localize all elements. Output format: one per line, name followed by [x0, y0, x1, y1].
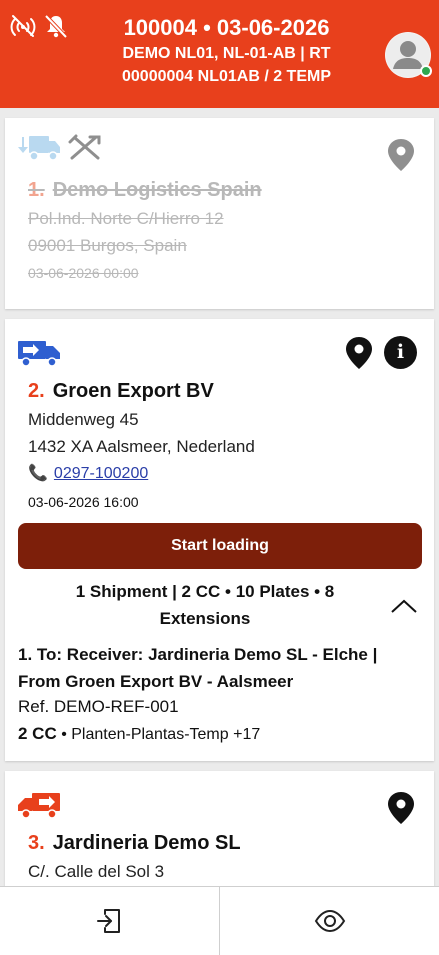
cc-count: 2 CC	[18, 724, 57, 743]
avatar[interactable]	[385, 32, 432, 78]
address-line-1: Middenweg 45	[28, 410, 139, 429]
phone-row: 📞 0297-100200	[28, 463, 148, 483]
crossed-tools-icon	[68, 134, 101, 160]
address-line-2: 09001 Burgos, Spain	[28, 236, 187, 255]
stop-name-text: Groen Export BV	[52, 380, 214, 402]
phone-link[interactable]: 0297-100200	[54, 465, 148, 482]
stop-card-2[interactable]: i 2. Groen Export BV Middenweg 45 1432 XA…	[5, 319, 434, 761]
info-icon[interactable]: i	[384, 336, 417, 369]
route-info: 00000004 NL01AB / 2 TEMP	[122, 68, 331, 85]
address-line-1: Pol.Ind. Norte C/Hierro 12	[28, 209, 224, 228]
stop-name: 1. Demo Logistics Spain	[28, 179, 262, 202]
stop-number: 3.	[28, 832, 45, 854]
goods-description: • Planten-Plantas-Temp +17	[61, 726, 261, 743]
stop-datetime: 03-06-2026 16:00	[28, 494, 139, 510]
start-loading-button[interactable]: Start loading	[18, 523, 422, 569]
stop-name-text: Jardineria Demo SL	[52, 832, 241, 854]
trip-info: 100004 • 03-06-2026 DEMO NL01, NL-01-AB …	[0, 14, 439, 88]
location-pin-icon[interactable]	[344, 336, 374, 370]
app-header: 100004 • 03-06-2026 DEMO NL01, NL-01-AB …	[0, 0, 439, 108]
stop-type-icons	[17, 134, 103, 162]
sign-out-icon	[96, 909, 120, 933]
shipment-ref: Ref. DEMO-REF-001	[18, 697, 179, 716]
shipment-summary[interactable]: 1 Shipment | 2 CC • 10 Plates • 8 Extens…	[45, 578, 365, 632]
truck-deliver-icon	[18, 793, 60, 819]
stop-card-1[interactable]: 1. Demo Logistics Spain Pol.Ind. Norte C/…	[5, 118, 434, 309]
address-line-1: C/. Calle del Sol 3	[28, 862, 165, 881]
exit-button[interactable]	[0, 887, 219, 955]
truck-load-icon	[18, 341, 60, 367]
stop-type-icons	[17, 339, 61, 367]
truck-unload-icon	[18, 136, 60, 161]
stop-type-icons	[17, 791, 61, 819]
address-line-2: 1432 XA Aalsmeer, Nederland	[28, 437, 255, 456]
vehicle-info: DEMO NL01, NL-01-AB | RT	[122, 45, 331, 62]
phone-icon: 📞	[28, 465, 48, 482]
bottom-nav	[0, 886, 439, 955]
eye-icon	[314, 909, 345, 933]
chevron-up-icon[interactable]	[389, 595, 419, 617]
stop-card-3[interactable]: 3. Jardineria Demo SL C/. Calle del Sol 3	[5, 771, 434, 896]
stop-number: 1.	[28, 179, 45, 201]
location-pin-icon[interactable]	[386, 791, 416, 825]
stop-number: 2.	[28, 380, 45, 402]
shipment-title: 1. To: Receiver: Jardineria Demo SL - El…	[18, 645, 378, 691]
view-button[interactable]	[219, 887, 439, 955]
stop-name: 3. Jardineria Demo SL	[28, 832, 241, 855]
shipment-cargo: 2 CC • Planten-Plantas-Temp +17	[18, 724, 260, 744]
online-status-dot	[420, 65, 432, 77]
stop-datetime: 03-06-2026 00:00	[28, 265, 139, 281]
stop-name: 2. Groen Export BV	[28, 380, 214, 403]
trip-id-date: 100004 • 03-06-2026	[123, 15, 330, 40]
stop-name-text: Demo Logistics Spain	[52, 179, 262, 201]
location-pin-icon[interactable]	[386, 138, 416, 172]
